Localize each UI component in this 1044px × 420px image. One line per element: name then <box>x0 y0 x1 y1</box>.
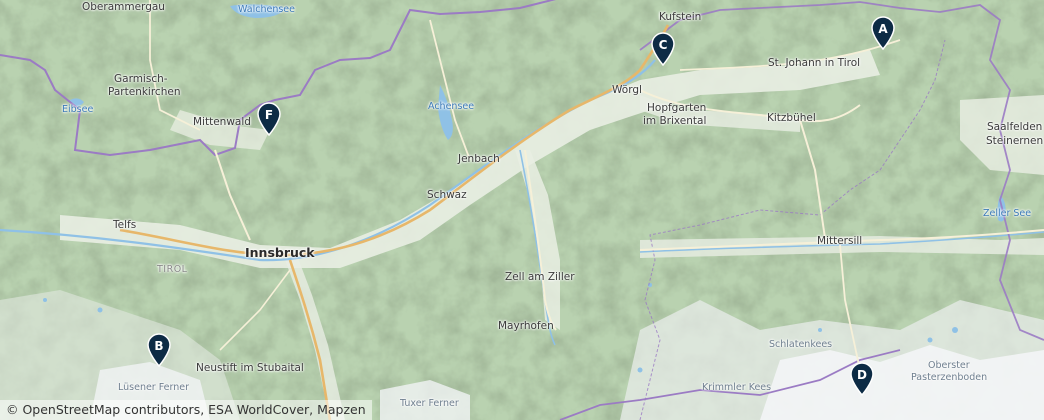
marker-letter: B <box>154 339 164 353</box>
label-kufstein: Kufstein <box>659 11 702 23</box>
label-innsbruck: Innsbruck <box>245 245 315 260</box>
label-steinernen: Steinernen M <box>986 135 1044 147</box>
label-saalfelden: Saalfelden <box>987 121 1043 133</box>
label-zeller-see: Zeller See <box>983 208 1032 219</box>
map-canvas[interactable]: Oberammergau Walchensee Kufstein Garmisc… <box>0 0 1044 420</box>
marker-letter: D <box>857 368 867 382</box>
map-marker-a[interactable]: A <box>870 16 896 50</box>
label-st-johann: St. Johann in Tirol <box>768 57 861 69</box>
label-zell-am-ziller: Zell am Ziller <box>505 271 575 283</box>
label-walchensee: Walchensee <box>238 4 295 15</box>
label-mittersill: Mittersill <box>817 235 863 247</box>
marker-letter: A <box>878 22 888 36</box>
map-marker-b[interactable]: B <box>146 333 172 367</box>
map-marker-d[interactable]: D <box>849 362 875 396</box>
label-neustift: Neustift im Stubaital <box>196 362 304 374</box>
label-eibsee: Eibsee <box>62 104 94 115</box>
label-kitzbuhel: Kitzbühel <box>767 112 816 124</box>
label-obersten: Oberster <box>928 360 970 371</box>
label-telfs: Telfs <box>113 219 137 231</box>
label-schlatenkees: Schlatenkees <box>769 339 833 350</box>
label-worgl: Wörgl <box>612 84 642 96</box>
map-attribution[interactable]: © OpenStreetMap contributors, ESA WorldC… <box>0 400 372 420</box>
label-pasterzenboden: Pasterzenboden <box>911 372 988 383</box>
label-jenbach: Jenbach <box>458 153 500 165</box>
label-mittenwald: Mittenwald <box>193 116 251 128</box>
map-marker-f[interactable]: F <box>256 102 282 136</box>
marker-letter: C <box>658 38 668 52</box>
label-hopfgarten: Hopfgarten <box>647 102 707 114</box>
label-oberammergau: Oberammergau <box>82 1 165 13</box>
label-im-brixental: im Brixental <box>643 115 707 127</box>
marker-letter: F <box>264 108 274 122</box>
label-tirol-region: TIROL <box>157 264 188 275</box>
label-mayrhofen: Mayrhofen <box>498 320 554 332</box>
label-partenkirchen: Partenkirchen <box>108 86 181 98</box>
label-schwaz: Schwaz <box>427 189 467 201</box>
label-krimmler-kees: Krimmler Kees <box>702 382 772 393</box>
label-achensee: Achensee <box>428 101 475 112</box>
label-garmisch: Garmisch- <box>114 73 168 85</box>
label-tuxer-ferner: Tuxer Ferner <box>400 398 459 409</box>
label-lusener-ferner: Lüsener Ferner <box>118 382 190 393</box>
map-marker-c[interactable]: C <box>650 32 676 66</box>
